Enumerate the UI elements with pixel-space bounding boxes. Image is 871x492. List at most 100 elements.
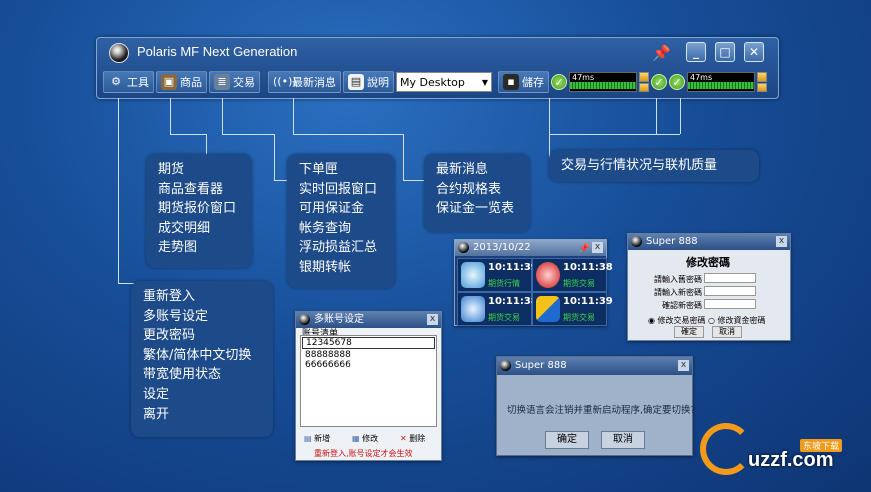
close-button[interactable]: ✕	[744, 42, 764, 62]
account-note: 重新登入,账号设定才会生效	[314, 449, 413, 458]
watermark-site: uzzf.com	[748, 449, 834, 471]
watermark-sub: 东坡下载	[800, 439, 843, 452]
menu-item: 最新消息	[436, 162, 489, 177]
tools-label: 工具	[127, 76, 149, 89]
menu-item: 更改密码	[143, 328, 196, 344]
fund-password-radio[interactable]: ○ 修改資金密碼	[708, 315, 766, 326]
confirm-password-field[interactable]	[704, 299, 756, 309]
connection-ok-icon: ✓	[651, 74, 667, 90]
dropdown-arrow-icon: ▼	[481, 77, 488, 87]
menu-item: 期货报价窗口	[158, 201, 237, 217]
status-callout: 交易与行情状况与联机质量	[549, 150, 759, 182]
maximize-button[interactable]: □	[715, 42, 735, 62]
confirm-dialog-titlebar[interactable]: Super 888 x	[497, 357, 692, 375]
menu-item: 离开	[143, 406, 170, 422]
latency-meter-1-label: 47ms	[572, 73, 595, 82]
minimize-button[interactable]: _	[686, 42, 706, 62]
status-tile: 10:11:38 期货交易	[532, 258, 613, 292]
close-button[interactable]: x	[592, 242, 603, 253]
menu-item: 保证金一览表	[436, 201, 515, 217]
add-account-label: 新增	[314, 434, 331, 443]
list-item[interactable]: 12345678	[302, 337, 435, 349]
trade-password-radio[interactable]: ◉ 修改交易密碼	[648, 315, 706, 326]
save-label: 儲存	[522, 76, 544, 89]
confirm-cancel-button[interactable]: 取消	[601, 431, 645, 449]
delete-icon: ✕	[400, 434, 407, 443]
change-password-window: Super 888 x 修改密碼 請輸入舊密碼 請輸入新密碼 確認新密碼 ◉ 修…	[627, 233, 791, 341]
latency-meter-1: 47ms	[569, 72, 637, 92]
edit-account-button[interactable]: ▦ 修改	[352, 433, 378, 444]
confirm-message: 切换语言会注销并重新启动程序,确定要切换?	[507, 405, 696, 416]
tile-time: 10:11:39	[488, 262, 538, 273]
tools-button[interactable]: ⚙ 工具	[103, 71, 154, 93]
swirl-icon	[536, 262, 560, 288]
tile-name: 期货交易	[488, 313, 520, 322]
floppy-icon: ▪	[503, 74, 519, 90]
menu-item: 帐务查询	[299, 220, 352, 236]
connection-ok-icon: ✓	[551, 74, 567, 90]
trade-button[interactable]: ≣ 交易	[209, 71, 260, 93]
list-item[interactable]: 66666666	[301, 360, 436, 370]
news-button[interactable]: ((•)) 最新消息	[268, 71, 341, 93]
menu-item: 期货	[158, 162, 185, 177]
menu-item: 走势图	[158, 240, 198, 256]
desktop-select-value: My Desktop	[400, 75, 465, 89]
menu-item: 浮动损益汇总	[299, 240, 378, 256]
delete-account-button[interactable]: ✕ 删除	[400, 433, 425, 444]
tile-time: 10:11:39	[563, 296, 613, 307]
meter-scroll-1[interactable]	[639, 72, 649, 92]
confirm-ok-button[interactable]: 确定	[545, 431, 589, 449]
status-tile: 10:11:39 期货行情	[457, 258, 538, 292]
trade-password-radio-label: 修改交易密碼	[657, 316, 706, 325]
tile-time: 10:11:38	[563, 262, 613, 273]
gears-icon: ⚙	[111, 75, 121, 88]
confirm-password-label: 確認新密碼	[662, 301, 702, 310]
watermark-ring-icon	[700, 423, 752, 475]
trade-menu-callout: 下单匣 实时回报窗口 可用保证金 帐务查询 浮动损益汇总 银期转帐	[287, 154, 395, 288]
menu-item: 下单匣	[299, 162, 339, 177]
document-icon: ▤	[348, 74, 364, 90]
menu-item: 多账号设定	[143, 308, 209, 324]
close-button[interactable]: x	[678, 360, 689, 371]
box-icon: ▣	[161, 74, 177, 90]
language-confirm-dialog: Super 888 x 切换语言会注销并重新启动程序,确定要切换? 确定 取消	[496, 356, 696, 456]
latency-meter-2: 47ms	[687, 72, 755, 92]
menu-item: 成交明细	[158, 220, 211, 236]
app-logo-icon	[109, 43, 129, 63]
fund-password-radio-label: 修改資金密碼	[717, 316, 766, 325]
pin-icon[interactable]: 📌	[579, 241, 590, 257]
news-label: 最新消息	[292, 76, 336, 89]
products-button[interactable]: ▣ 商品	[156, 71, 207, 93]
status-caption: 交易与行情状况与联机质量	[561, 158, 718, 173]
close-button[interactable]: x	[776, 236, 787, 247]
status-titlebar[interactable]: 2013/10/22 📌 x	[455, 240, 606, 256]
meter-scroll-2[interactable]	[757, 72, 767, 92]
change-password-window-title: Super 888	[646, 236, 698, 247]
stack-icon: ≣	[214, 74, 230, 90]
list-item[interactable]: 88888888	[301, 350, 436, 360]
new-password-label: 請輸入新密碼	[654, 288, 702, 297]
title-bar[interactable]: Polaris MF Next Generation 📌 _ □ ✕	[97, 38, 778, 66]
account-list[interactable]: 12345678 88888888 66666666	[300, 335, 437, 427]
close-button[interactable]: x	[427, 314, 438, 325]
tile-name: 期货交易	[563, 279, 595, 288]
save-button[interactable]: ▪ 儲存	[498, 71, 549, 93]
globe-icon	[461, 296, 485, 322]
confirm-dialog-title: Super 888	[515, 360, 567, 371]
add-account-button[interactable]: ▤ 新增	[304, 433, 330, 444]
multi-account-window: 多账号设定 x 账号清单 12345678 88888888 66666666 …	[295, 311, 442, 461]
change-password-titlebar[interactable]: Super 888 x	[628, 234, 790, 250]
desktop-select[interactable]: My Desktop ▼	[396, 72, 492, 92]
tile-name: 期货交易	[563, 313, 595, 322]
app-logo-icon	[458, 242, 469, 253]
old-password-field[interactable]	[704, 273, 756, 283]
brand-icon	[536, 296, 560, 322]
latency-wave-2	[688, 82, 754, 89]
network-icon	[461, 262, 485, 288]
help-button[interactable]: ▤ 說明	[343, 71, 394, 93]
cancel-button[interactable]: 取消	[712, 326, 742, 338]
ok-button[interactable]: 確定	[674, 326, 704, 338]
app-logo-icon	[631, 236, 642, 247]
new-password-field[interactable]	[704, 286, 756, 296]
pin-icon[interactable]: 📌	[652, 44, 671, 62]
